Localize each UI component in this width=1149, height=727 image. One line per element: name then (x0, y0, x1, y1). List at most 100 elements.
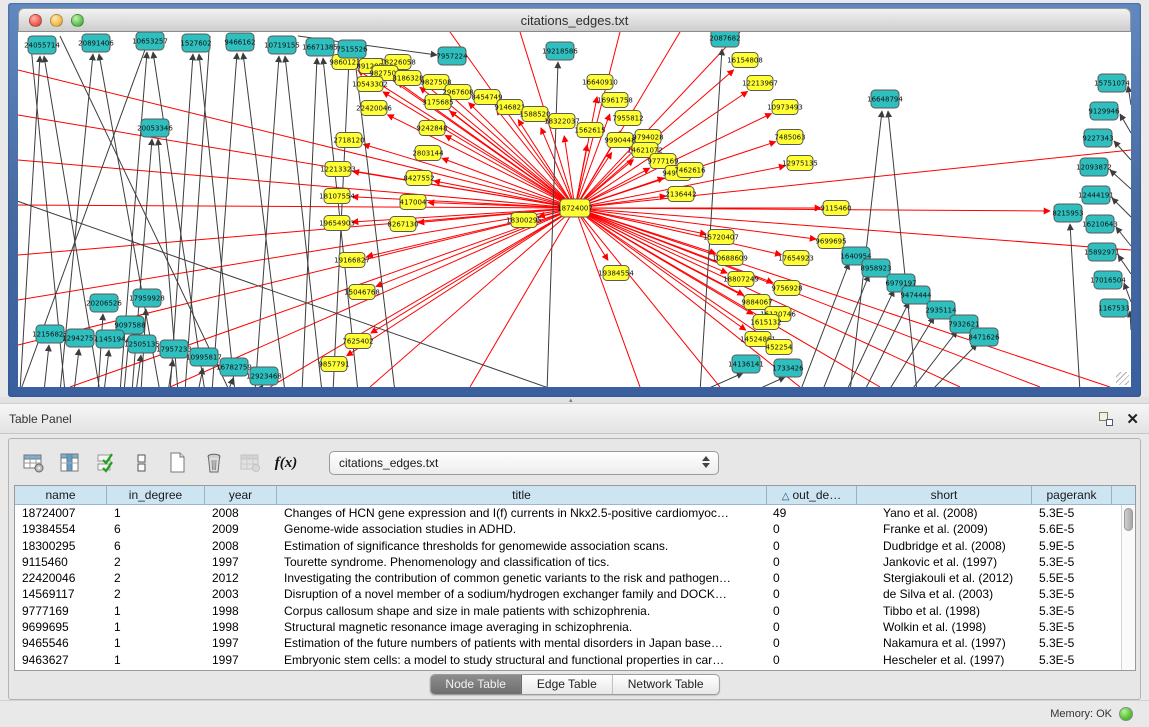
graph-edge[interactable] (1130, 311, 1131, 330)
function-builder-icon[interactable]: f(x) (275, 452, 297, 474)
graph-node[interactable]: 18300295 (506, 213, 542, 228)
column-header-in-degree[interactable]: in_degree (107, 486, 205, 504)
graph-node[interactable]: 9466162 (224, 33, 255, 51)
graph-node[interactable]: 12213967 (742, 76, 778, 91)
graph-node[interactable]: 8215953 (1052, 204, 1083, 222)
graph-node[interactable]: 8958923 (860, 259, 891, 277)
graph-node[interactable]: 24055714 (24, 36, 60, 54)
graph-node[interactable]: 12213323 (320, 162, 356, 177)
graph-node[interactable]: 18807249 (723, 272, 759, 287)
graph-node[interactable]: 8427552 (403, 171, 434, 186)
table-row[interactable]: 969969511998Structural magnetic resonanc… (15, 619, 1121, 635)
graph-edge[interactable] (18, 208, 575, 345)
graph-node[interactable]: 1615132 (750, 315, 781, 330)
graph-node[interactable]: 16640910 (582, 75, 618, 90)
tab-network-table[interactable]: Network Table (613, 675, 719, 694)
close-panel-icon[interactable]: ✕ (1126, 412, 1139, 427)
column-header-year[interactable]: year (205, 486, 277, 504)
new-column-icon[interactable] (167, 452, 189, 474)
graph-edge[interactable] (470, 208, 575, 387)
graph-node[interactable]: 9242848 (416, 121, 447, 136)
graph-node[interactable]: 3175685 (422, 95, 453, 110)
graph-edge[interactable] (285, 56, 322, 387)
graph-node[interactable]: 15751074 (1094, 74, 1130, 92)
graph-node[interactable]: 9699695 (815, 234, 846, 249)
graph-edge[interactable] (44, 345, 49, 387)
table-row[interactable]: 2242004622012Investigating the contribut… (15, 570, 1121, 586)
graph-edge[interactable] (212, 53, 237, 387)
graph-node[interactable]: 10973493 (767, 100, 803, 115)
graph-node[interactable]: 1167533 (1098, 299, 1129, 317)
graph-node[interactable]: 12975135 (782, 156, 818, 171)
graph-edge[interactable] (1112, 198, 1131, 217)
graph-node[interactable]: 19654903 (319, 216, 355, 231)
graph-node[interactable]: 20053346 (137, 119, 173, 137)
graph-node[interactable]: 7957224 (436, 47, 468, 65)
graph-node[interactable]: 19166827 (334, 253, 370, 268)
graph-edge[interactable] (575, 208, 640, 387)
graph-node[interactable]: 12444191 (1078, 186, 1114, 204)
network-window-titlebar[interactable]: citations_edges.txt (18, 8, 1131, 32)
column-header-out-degree[interactable]: △out_de… (767, 486, 857, 504)
graph-node[interactable]: 9115460 (820, 201, 851, 216)
graph-edge[interactable] (822, 275, 869, 387)
table-row[interactable]: 977716911998Corpus callosum shape and si… (15, 603, 1121, 619)
tab-edge-table[interactable]: Edge Table (522, 675, 613, 694)
network-table-selector[interactable]: citations_edges.txt (329, 451, 719, 475)
graph-node[interactable]: 7462616 (674, 163, 706, 178)
graph-node[interactable]: 12942757 (62, 329, 98, 347)
graph-node[interactable]: 16210643 (1082, 215, 1118, 233)
graph-node[interactable]: 10688609 (712, 251, 748, 266)
graph-edge[interactable] (228, 378, 233, 387)
graph-node[interactable]: 2718120 (333, 133, 364, 148)
tab-node-table[interactable]: Node Table (430, 675, 522, 694)
graph-node[interactable]: 16648794 (867, 90, 903, 108)
rows-icon[interactable] (131, 452, 153, 474)
graph-node[interactable]: 16961758 (597, 93, 633, 108)
graph-node[interactable]: 7515526 (336, 40, 368, 58)
table-row[interactable]: 911546021997Tourette syndrome. Phenomeno… (15, 554, 1121, 570)
graph-edge[interactable] (199, 54, 235, 387)
table-row[interactable]: 1872400712008Changes of HCN gene express… (15, 505, 1121, 521)
graph-edge[interactable] (18, 205, 575, 208)
graph-edge[interactable] (575, 208, 716, 253)
graph-node[interactable]: 10719155 (264, 36, 300, 54)
graph-node[interactable]: 17654923 (778, 251, 814, 266)
graph-edge[interactable] (18, 208, 575, 300)
graph-node[interactable]: 9129946 (1088, 102, 1120, 120)
graph-edge[interactable] (18, 160, 575, 208)
graph-edge[interactable] (255, 56, 279, 387)
graph-edge[interactable] (575, 32, 740, 208)
table-row[interactable]: 946554611997Estimation of the future num… (15, 635, 1121, 651)
graph-node[interactable]: 18107554 (319, 189, 355, 204)
graph-node[interactable]: 22420046 (356, 101, 392, 116)
graph-edge[interactable] (136, 355, 141, 387)
table-row[interactable]: 1938455462009Genome-wide association stu… (15, 521, 1121, 537)
graph-node[interactable]: 18724007 (557, 199, 593, 217)
graph-edge[interactable] (418, 208, 575, 223)
graph-node[interactable]: 9474444 (900, 286, 932, 304)
graph-edge[interactable] (888, 317, 934, 387)
graph-edge[interactable] (800, 263, 849, 387)
graph-node[interactable]: 12505135 (124, 335, 160, 353)
graph-edge[interactable] (1110, 170, 1131, 189)
graph-node[interactable]: 452254 (766, 340, 793, 355)
graph-node[interactable]: 14136141 (728, 355, 764, 373)
citation-network-graph[interactable]: 9860123891295418226058982750910543302818… (18, 32, 1131, 387)
graph-edge[interactable] (846, 290, 894, 387)
graph-edge[interactable] (1120, 114, 1131, 133)
graph-node[interactable]: 12093872 (1076, 158, 1112, 176)
horizontal-splitter[interactable]: ▴ (0, 397, 1149, 404)
graph-edge[interactable] (888, 111, 917, 387)
graph-node[interactable]: 17959928 (129, 289, 165, 307)
graph-node[interactable]: 1562615 (574, 123, 605, 138)
graph-edge[interactable] (864, 302, 909, 387)
graph-node[interactable]: 1527602 (180, 34, 211, 52)
graph-edge[interactable] (1116, 227, 1131, 246)
select-all-rows-icon[interactable] (95, 452, 117, 474)
graph-node[interactable]: 19218586 (542, 42, 578, 60)
graph-edge[interactable] (270, 208, 575, 387)
graph-node[interactable]: 20891406 (78, 34, 114, 52)
graph-node[interactable]: 8471626 (968, 328, 1000, 346)
vertical-scrollbar[interactable] (1121, 505, 1135, 670)
